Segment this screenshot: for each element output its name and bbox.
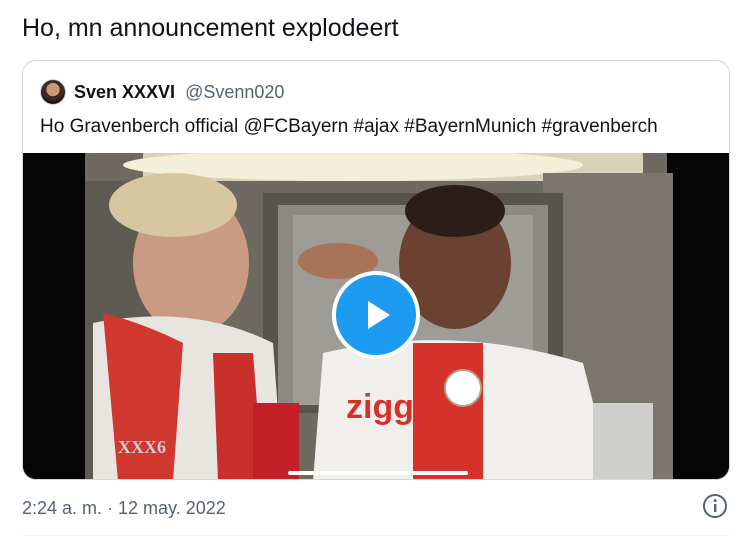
play-icon [368, 301, 390, 329]
shirt-sponsor: ziggo [346, 388, 435, 426]
avatar[interactable] [40, 79, 66, 105]
quoted-tweet-header: Sven XXXVI @Svenn020 [40, 78, 284, 106]
info-icon[interactable] [702, 493, 728, 519]
tweet-timestamp[interactable]: 2:24 a. m. · 12 may. 2022 [22, 496, 226, 520]
tweet-text: Ho, mn announcement explodeert [22, 14, 399, 42]
display-name[interactable]: Sven XXXVI [74, 82, 175, 103]
user-handle[interactable]: @Svenn020 [185, 82, 284, 103]
quoted-tweet-card[interactable]: Sven XXXVI @Svenn020 Ho Gravenberch offi… [22, 60, 730, 480]
play-button[interactable] [332, 271, 420, 359]
quoted-tweet-text: Ho Gravenberch official @FCBayern #ajax … [40, 116, 658, 137]
divider [22, 535, 730, 536]
video-watermark: XXX6 [118, 437, 166, 457]
video-progress-bar[interactable] [288, 471, 468, 475]
